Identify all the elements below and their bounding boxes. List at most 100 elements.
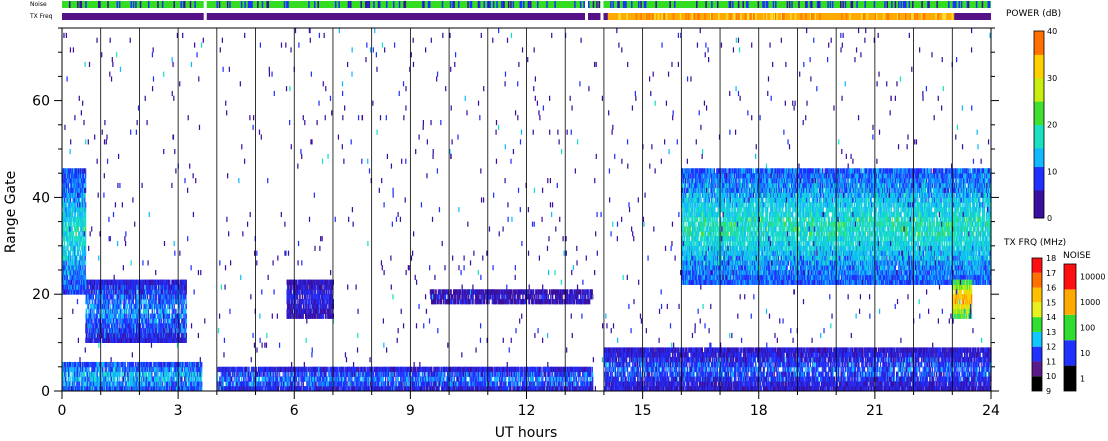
txfreq-strip-tick — [657, 13, 660, 20]
echo-cell — [62, 371, 64, 377]
echo-cell — [85, 274, 87, 281]
noise-strip-tick — [757, 1, 760, 8]
echo-cell — [185, 313, 187, 319]
echo-cell — [85, 226, 87, 232]
echo-cell — [147, 366, 149, 373]
echo-cell — [168, 371, 170, 377]
echo-cell — [68, 182, 70, 189]
txfreq-strip-tick — [866, 13, 869, 20]
echo-cell — [142, 381, 144, 387]
echo-cell — [73, 240, 75, 247]
noise-strip-tick — [510, 1, 512, 8]
echo-cell — [112, 313, 114, 319]
noise-strip-tick — [840, 1, 842, 8]
echo-cell — [71, 221, 73, 227]
echo-cell — [185, 328, 187, 334]
echo-cell — [141, 299, 143, 305]
noise-strip-tick — [147, 1, 150, 8]
noise-strip-tick — [478, 1, 481, 8]
echo-cell — [134, 328, 136, 334]
echo-cell — [151, 371, 153, 377]
noise-strip-tick — [180, 1, 182, 8]
echo-cell — [124, 313, 126, 319]
echo-cell — [172, 303, 174, 310]
noise-strip-tick — [894, 1, 897, 8]
echo-cell — [107, 328, 109, 334]
noise-strip-tick — [988, 1, 991, 8]
echo-cell — [176, 284, 178, 290]
noise-strip-tick — [441, 1, 444, 8]
echo-cell — [97, 284, 99, 290]
echo-cell — [65, 245, 67, 252]
txfreq-strip-tick — [718, 13, 720, 20]
noise-strip-tick — [360, 1, 362, 8]
txfreq-strip-tick — [905, 13, 907, 20]
txfreq-strip-tick — [693, 13, 696, 20]
noise-strip-tick — [967, 1, 970, 8]
noise-strip-tick — [844, 1, 847, 8]
noise-strip-tick — [975, 1, 978, 8]
echo-cell — [80, 240, 82, 247]
txfreq-strip-tick — [752, 13, 755, 20]
echo-cell — [169, 313, 171, 319]
txfreq-strip-tick — [698, 13, 700, 20]
noise-strip-tick — [216, 1, 218, 8]
echo-cell — [79, 197, 81, 203]
noise-strip-tick — [107, 1, 109, 8]
echo-cell — [137, 318, 139, 324]
echo-cell — [121, 371, 123, 377]
txfreq-strip-tick — [744, 13, 747, 20]
noise-strip-tick — [772, 1, 775, 8]
echo-cell — [141, 328, 143, 334]
echo-cell — [124, 361, 126, 368]
echo-cell — [86, 328, 88, 334]
txfreq-strip-tick — [704, 13, 706, 20]
echo-cell — [172, 328, 174, 334]
echo-cell — [194, 361, 196, 368]
echo-cell — [150, 318, 152, 324]
echo-cell — [172, 313, 174, 319]
echo-cell — [185, 337, 187, 343]
txfreq-strip-tick — [912, 13, 914, 20]
noise-strip-tick — [806, 1, 808, 8]
echo-cell — [145, 294, 147, 300]
echo-cell — [152, 289, 154, 295]
echo-cell — [181, 289, 184, 295]
echo-cell — [83, 236, 85, 242]
echo-cell — [96, 313, 98, 319]
echo-cell — [81, 289, 83, 295]
echo-cell — [141, 313, 143, 319]
noise-strip-tick — [610, 1, 612, 8]
txfreq-strip-tick — [619, 13, 621, 20]
echo-cell — [89, 328, 91, 334]
noise-strip-tick — [385, 1, 388, 8]
noise-strip-tick — [596, 1, 598, 8]
echo-cell — [85, 178, 87, 184]
echo-cell — [168, 376, 170, 382]
echo-cell — [191, 381, 193, 387]
echo-cell — [117, 299, 119, 305]
echo-cell — [74, 221, 76, 227]
echo-cell — [75, 202, 77, 208]
echo-cell — [137, 289, 139, 295]
echo-cell — [119, 371, 121, 377]
noise-strip-tick — [598, 1, 600, 8]
echo-cell — [153, 294, 155, 300]
echo-cell — [116, 313, 118, 319]
noise-strip-tick — [819, 1, 821, 8]
echo-cell — [112, 366, 114, 373]
strip-gap — [600, 0, 604, 22]
echo-cell — [83, 260, 85, 266]
noise-strip-tick — [338, 1, 340, 8]
echo-cell — [119, 376, 121, 382]
echo-cell — [83, 381, 85, 387]
echo-cell — [67, 240, 69, 247]
echo-cell — [154, 308, 156, 314]
echo-cell — [171, 371, 173, 377]
echo-cell — [63, 381, 65, 387]
txfreq-strip-tick — [648, 13, 650, 20]
echo-cell — [144, 284, 146, 290]
echo-cell — [146, 371, 148, 377]
echo-cell — [64, 245, 66, 252]
echo-cell — [197, 371, 199, 377]
